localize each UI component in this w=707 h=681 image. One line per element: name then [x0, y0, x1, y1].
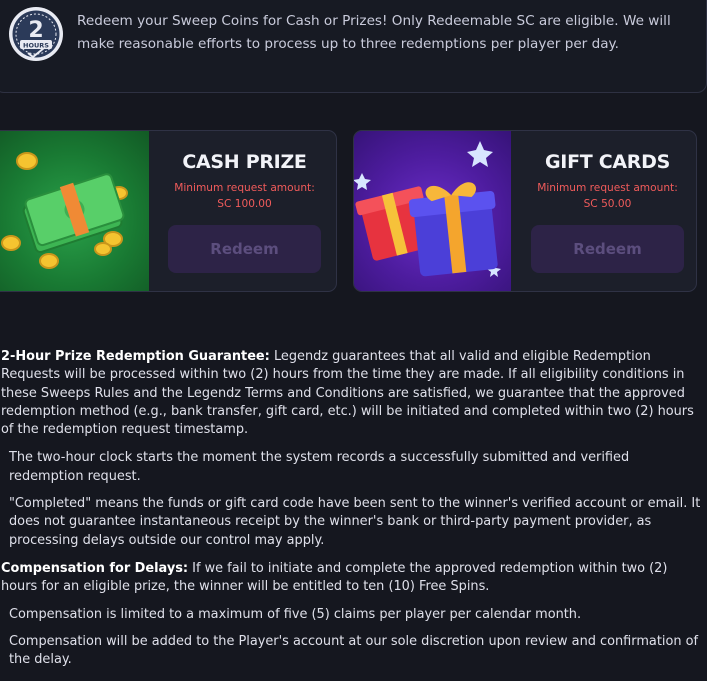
minimum-amount: Minimum request amount: SC 100.00: [168, 180, 321, 212]
compensation-heading: Compensation for Delays:: [1, 560, 189, 576]
compensation-paragraph: Compensation for Delays: If we fail to i…: [1, 560, 701, 597]
guarantee-paragraph: 2-Hour Prize Redemption Guarantee: Legen…: [1, 348, 701, 439]
guarantee-point: "Completed" means the funds or gift card…: [9, 496, 701, 548]
redeem-cash-button[interactable]: Redeem: [168, 225, 321, 273]
badge-number: 2: [28, 18, 43, 43]
gift-cards-card: GIFT CARDS Minimum request amount: SC 50…: [353, 130, 697, 292]
guarantee-point: The two-hour clock starts the moment the…: [9, 450, 630, 484]
redemption-message: Redeem your Sweep Coins for Cash or Priz…: [77, 13, 671, 52]
minimum-amount-label: Minimum request amount:: [174, 182, 315, 194]
compensation-point: Compensation is limited to a maximum of …: [9, 606, 582, 622]
card-title: CASH PRIZE: [182, 151, 307, 173]
card-title: GIFT CARDS: [545, 151, 670, 173]
redemption-terms: 2-Hour Prize Redemption Guarantee: Legen…: [1, 348, 701, 669]
cash-prize-card: CASH PRIZE Minimum request amount: SC 10…: [0, 130, 337, 292]
redemption-info-box: 2 HOURS Redeem your Sweep Coins for Cash…: [0, 0, 707, 93]
redeem-gift-button[interactable]: Redeem: [531, 225, 684, 273]
minimum-amount: Minimum request amount: SC 50.00: [531, 180, 684, 212]
badge-label: HOURS: [23, 42, 49, 50]
minimum-amount-value: SC 50.00: [583, 198, 632, 210]
gift-box-icon: [354, 131, 511, 291]
guarantee-heading: 2-Hour Prize Redemption Guarantee:: [1, 349, 270, 364]
minimum-amount-label: Minimum request amount:: [537, 182, 678, 194]
cash-stack-icon: [0, 131, 149, 291]
two-hour-badge-icon: 2 HOURS: [8, 6, 64, 62]
compensation-point: Compensation will be added to the Player…: [9, 633, 699, 668]
minimum-amount-value: SC 100.00: [217, 198, 272, 210]
